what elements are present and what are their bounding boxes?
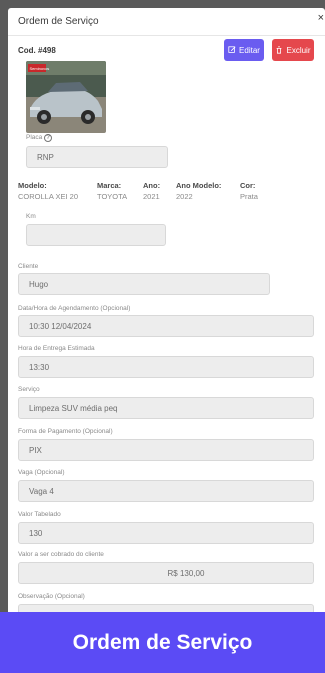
model-value: COROLLA XEI 20	[18, 192, 79, 201]
year-value: 2021	[143, 192, 160, 201]
charged-field[interactable]: R$ 130,00	[18, 562, 314, 584]
schedule-field[interactable]: 10:30 12/04/2024	[18, 315, 314, 337]
edit-label: Editar	[239, 45, 260, 55]
modal-header: Ordem de Serviço ×	[8, 8, 325, 36]
plate-field[interactable]: RNP	[26, 146, 168, 168]
title-banner: Ordem de Serviço	[0, 612, 325, 673]
delivery-field[interactable]: 13:30	[18, 356, 314, 378]
service-label: Serviço	[18, 386, 40, 393]
modal-title: Ordem de Serviço	[18, 16, 99, 27]
client-label: Cliente	[18, 263, 39, 270]
payment-label: Forma de Pagamento (Opcional)	[18, 428, 113, 435]
edit-icon	[228, 46, 236, 53]
photo-tag: Seminovos	[30, 66, 50, 71]
model-year-value: 2022	[176, 192, 193, 201]
notes-label: Observação (Opcional)	[18, 593, 85, 600]
schedule-label: Data/Hora de Agendamento (Opcional)	[18, 305, 131, 312]
year-label: Ano:	[143, 181, 161, 190]
km-field[interactable]	[26, 224, 166, 246]
edit-button[interactable]: Editar	[224, 39, 264, 61]
brand-label: Marca:	[97, 181, 122, 190]
charged-label: Valor a ser cobrado do cliente	[18, 551, 104, 558]
close-icon[interactable]: ×	[318, 12, 324, 24]
table-value-label: Valor Tabelado	[18, 511, 61, 518]
model-label: Modelo:	[18, 181, 47, 190]
brand-value: TOYOTA	[97, 192, 128, 201]
trash-icon	[277, 46, 282, 54]
table-value-field[interactable]: 130	[18, 522, 314, 544]
color-value: Prata	[240, 192, 258, 201]
service-field[interactable]: Limpeza SUV média peq	[18, 397, 314, 419]
model-year-label: Ano Modelo:	[176, 181, 222, 190]
delivery-label: Hora de Entrega Estimada	[18, 345, 95, 352]
payment-field[interactable]: PIX	[18, 439, 314, 461]
plate-label: Placa	[26, 134, 43, 141]
order-code: Cod. #498	[18, 46, 56, 55]
color-label: Cor:	[240, 181, 256, 190]
client-field[interactable]: Hugo	[18, 273, 270, 295]
vehicle-photo: Seminovos	[26, 61, 106, 133]
help-icon[interactable]: ?	[44, 134, 52, 142]
delete-label: Excluir	[286, 45, 311, 55]
km-label: Km	[26, 213, 36, 220]
slot-field[interactable]: Vaga 4	[18, 480, 314, 502]
delete-button[interactable]: Excluir	[272, 39, 314, 61]
service-order-modal: Ordem de Serviço × Cod. #498 Editar Excl…	[8, 8, 325, 618]
slot-label: Vaga (Opcional)	[18, 469, 65, 476]
